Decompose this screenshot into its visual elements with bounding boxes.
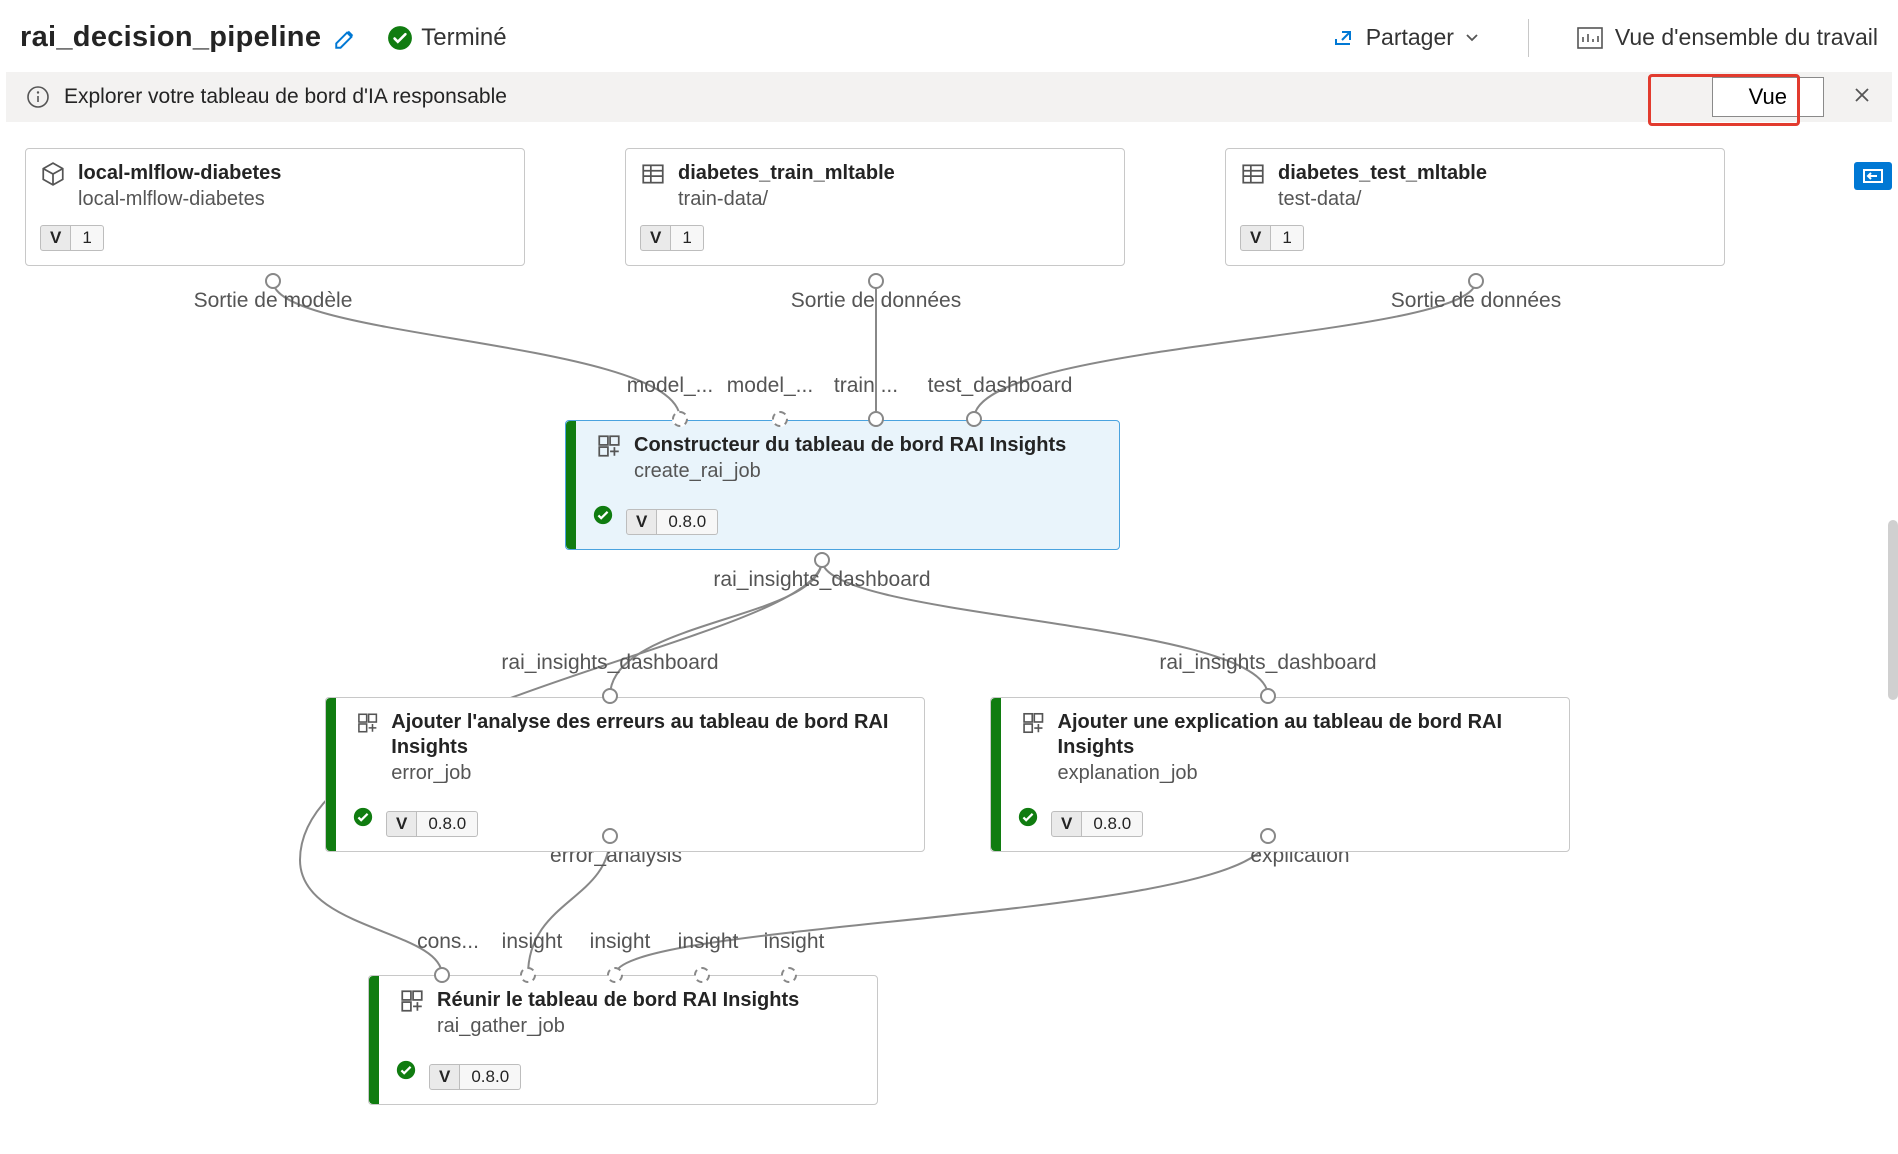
job-status: Terminé <box>387 24 506 52</box>
panel-toggle-button[interactable] <box>1854 162 1892 190</box>
output-port[interactable] <box>868 273 884 289</box>
version-chip: V0.8.0 <box>1051 811 1143 837</box>
edge-label: insight <box>590 930 651 954</box>
component-icon <box>399 988 425 1014</box>
share-button[interactable]: Partager <box>1332 24 1480 51</box>
output-port[interactable] <box>602 828 618 844</box>
edge-label: insight <box>764 930 825 954</box>
input-port[interactable] <box>966 411 982 427</box>
node-error-analysis[interactable]: Ajouter l'analyse des erreurs au tableau… <box>325 697 925 852</box>
check-circle-icon <box>352 806 374 828</box>
check-circle-icon <box>592 504 614 526</box>
node-train-asset[interactable]: diabetes_train_mltable train-data/ V1 <box>625 148 1125 266</box>
input-port[interactable] <box>520 967 536 983</box>
component-icon <box>596 433 622 459</box>
input-port[interactable] <box>772 411 788 427</box>
cube-icon <box>40 161 66 187</box>
table-icon <box>1240 161 1266 187</box>
bar-chart-icon <box>1577 27 1603 49</box>
scrollbar[interactable] <box>1888 520 1898 700</box>
version-chip: V1 <box>1240 225 1304 251</box>
input-port[interactable] <box>1260 688 1276 704</box>
edge-label: Sortie de données <box>1391 289 1561 313</box>
output-port[interactable] <box>814 552 830 568</box>
node-explanation[interactable]: Ajouter une explication au tableau de bo… <box>990 697 1570 852</box>
share-icon <box>1332 26 1356 50</box>
pipeline-title: rai_decision_pipeline <box>20 21 321 54</box>
input-port[interactable] <box>434 967 450 983</box>
input-port[interactable] <box>781 967 797 983</box>
edge-label: model_... <box>627 374 713 398</box>
version-chip: V0.8.0 <box>386 811 478 837</box>
edge-label: rai_insights_dashboard <box>501 651 718 675</box>
node-create-rai[interactable]: Constructeur du tableau de bord RAI Insi… <box>565 420 1120 550</box>
highlight-box <box>1648 74 1800 126</box>
node-model-asset[interactable]: local-mlflow-diabetes local-mlflow-diabe… <box>25 148 525 266</box>
info-icon <box>26 85 50 109</box>
edge-label: cons... <box>417 930 479 954</box>
edge-label: model_... <box>727 374 813 398</box>
input-port[interactable] <box>672 411 688 427</box>
version-chip: V1 <box>640 225 704 251</box>
node-test-asset[interactable]: diabetes_test_mltable test-data/ V1 <box>1225 148 1725 266</box>
job-overview-button[interactable]: Vue d'ensemble du travail <box>1577 24 1878 51</box>
component-icon <box>1021 710 1046 736</box>
node-gather[interactable]: Réunir le tableau de bord RAI Insights r… <box>368 975 878 1105</box>
edge-label: insight <box>678 930 739 954</box>
chevron-down-icon <box>1464 30 1480 46</box>
infobar-text: Explorer votre tableau de bord d'IA resp… <box>64 85 507 109</box>
edge-label: insight <box>502 930 563 954</box>
input-port[interactable] <box>868 411 884 427</box>
close-icon[interactable] <box>1852 85 1872 110</box>
table-icon <box>640 161 666 187</box>
edge-label: Sortie de données <box>791 289 961 313</box>
version-chip: V0.8.0 <box>429 1064 521 1090</box>
edit-icon[interactable] <box>333 25 359 51</box>
input-port[interactable] <box>694 967 710 983</box>
edge-label: Sortie de modèle <box>194 289 353 313</box>
input-port[interactable] <box>602 688 618 704</box>
check-circle-icon <box>395 1059 417 1081</box>
edge-label: rai_insights_dashboard <box>713 568 930 592</box>
version-chip: V1 <box>40 225 104 251</box>
edge-label: train ... <box>834 374 898 398</box>
edge-label: rai_insights_dashboard <box>1159 651 1376 675</box>
output-port[interactable] <box>1468 273 1484 289</box>
check-circle-icon <box>387 25 413 51</box>
output-port[interactable] <box>265 273 281 289</box>
output-port[interactable] <box>1260 828 1276 844</box>
divider <box>1528 19 1529 57</box>
version-chip: V0.8.0 <box>626 509 718 535</box>
check-circle-icon <box>1017 806 1039 828</box>
edge-label: test_dashboard <box>928 374 1073 398</box>
input-port[interactable] <box>607 967 623 983</box>
component-icon <box>356 710 379 736</box>
